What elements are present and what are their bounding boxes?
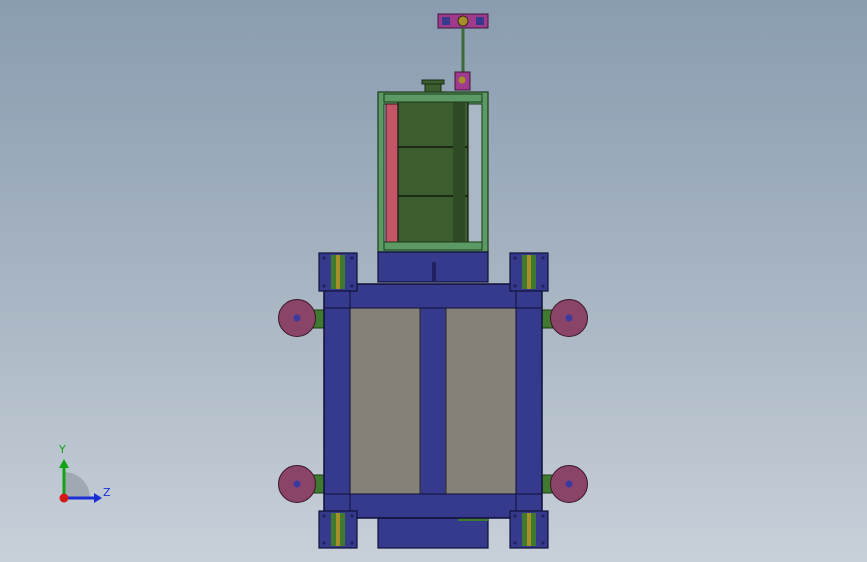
top-handle-assembly[interactable] — [437, 13, 489, 91]
corner-block-bottom-right[interactable] — [509, 510, 549, 549]
motor-cage[interactable] — [377, 91, 489, 253]
handle-hub[interactable] — [457, 15, 469, 27]
y-axis-arrowhead — [59, 459, 69, 468]
wheel-hub — [565, 480, 573, 488]
corner-block-top-right[interactable] — [509, 252, 549, 292]
bottom-base-plate[interactable] — [377, 517, 489, 549]
rod-block-pin — [458, 76, 466, 84]
corner-block-top-left[interactable] — [318, 252, 358, 292]
wheel-hub — [293, 480, 301, 488]
corner-block-bottom-left[interactable] — [318, 510, 358, 549]
motor-side-rib — [453, 100, 465, 244]
wheel-hub — [293, 314, 301, 322]
triad-quadrant — [64, 472, 90, 498]
cage-bottom-bar — [383, 241, 483, 251]
y-axis-label: Y — [59, 443, 66, 456]
orientation-triad — [59, 459, 102, 503]
z-axis-arrowhead — [94, 493, 102, 503]
wheel-bottom-left[interactable] — [278, 465, 327, 503]
panel-left[interactable] — [349, 307, 421, 495]
panel-right[interactable] — [445, 307, 517, 495]
motor-base-shaft — [432, 262, 436, 282]
main-frame[interactable] — [323, 283, 543, 519]
wheel-top-left[interactable] — [278, 299, 327, 337]
wheel-top-right[interactable] — [539, 299, 588, 337]
wheel-hub — [565, 314, 573, 322]
cad-viewport[interactable]: Y Z — [0, 0, 867, 562]
triad-origin — [59, 493, 69, 503]
red-strip — [385, 103, 399, 243]
cage-top-bar — [383, 93, 483, 103]
machine-model[interactable] — [0, 0, 867, 562]
handle-pad-right — [476, 17, 484, 25]
wheel-bottom-right[interactable] — [539, 465, 588, 503]
z-axis-label: Z — [103, 486, 111, 499]
handle-pad-left — [442, 17, 450, 25]
